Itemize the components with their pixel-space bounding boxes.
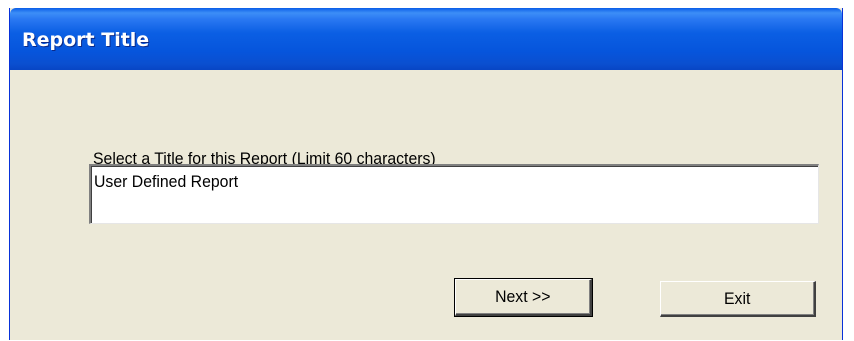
- title-bar[interactable]: Report Title: [10, 8, 842, 70]
- window-title: Report Title: [22, 29, 150, 51]
- report-title-value: User Defined Report: [94, 172, 239, 191]
- next-button-label: Next >>: [495, 287, 551, 306]
- dialog-window: Report Title Select a Title for this Rep…: [9, 8, 843, 340]
- exit-button[interactable]: Exit: [660, 281, 816, 317]
- exit-button-label: Exit: [724, 288, 751, 308]
- report-title-input[interactable]: User Defined Report: [89, 164, 819, 224]
- next-button[interactable]: Next >>: [454, 278, 593, 317]
